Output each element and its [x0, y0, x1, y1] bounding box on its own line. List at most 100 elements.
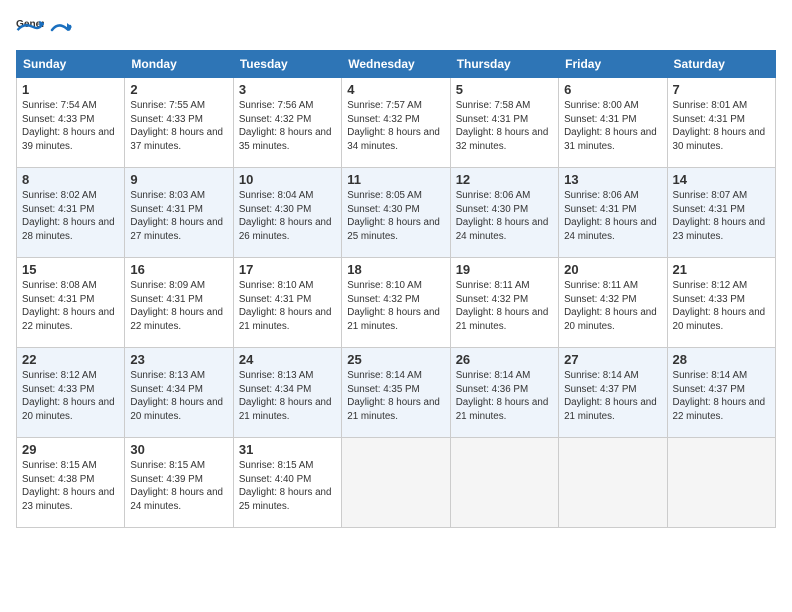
day-detail: Sunrise: 8:15 AMSunset: 4:40 PMDaylight:…: [239, 459, 336, 514]
day-detail: Sunrise: 8:12 AMSunset: 4:33 PMDaylight:…: [22, 369, 119, 424]
day-number: 3: [239, 82, 336, 97]
calendar-cell: 5 Sunrise: 7:58 AMSunset: 4:31 PMDaylight…: [450, 78, 558, 168]
day-detail: Sunrise: 8:08 AMSunset: 4:31 PMDaylight:…: [22, 279, 119, 334]
day-detail: Sunrise: 8:12 AMSunset: 4:33 PMDaylight:…: [673, 279, 770, 334]
day-number: 18: [347, 262, 444, 277]
calendar: SundayMondayTuesdayWednesdayThursdayFrid…: [16, 50, 776, 528]
day-detail: Sunrise: 8:10 AMSunset: 4:32 PMDaylight:…: [347, 279, 444, 334]
day-detail: Sunrise: 7:58 AMSunset: 4:31 PMDaylight:…: [456, 99, 553, 154]
calendar-cell: 3 Sunrise: 7:56 AMSunset: 4:32 PMDaylight…: [233, 78, 341, 168]
calendar-cell: 12 Sunrise: 8:06 AMSunset: 4:30 PMDayligh…: [450, 168, 558, 258]
calendar-week-row: 1Sunrise: 7:54 AMSunset: 4:33 PMDaylight…: [17, 78, 776, 168]
calendar-cell: 17 Sunrise: 8:10 AMSunset: 4:31 PMDayligh…: [233, 258, 341, 348]
day-detail: Sunrise: 8:13 AMSunset: 4:34 PMDaylight:…: [130, 369, 227, 424]
day-detail: Sunrise: 8:10 AMSunset: 4:31 PMDaylight:…: [239, 279, 336, 334]
day-number: 14: [673, 172, 770, 187]
day-detail: Sunrise: 8:02 AMSunset: 4:31 PMDaylight:…: [22, 189, 119, 244]
day-detail: Sunrise: 8:06 AMSunset: 4:30 PMDaylight:…: [456, 189, 553, 244]
day-detail: Sunrise: 8:01 AMSunset: 4:31 PMDaylight:…: [673, 99, 770, 154]
column-header-thursday: Thursday: [450, 51, 558, 78]
day-number: 29: [22, 442, 119, 457]
calendar-cell: 9 Sunrise: 8:03 AMSunset: 4:31 PMDaylight…: [125, 168, 233, 258]
day-number: 25: [347, 352, 444, 367]
day-detail: Sunrise: 7:57 AMSunset: 4:32 PMDaylight:…: [347, 99, 444, 154]
day-number: 9: [130, 172, 227, 187]
calendar-cell: 16 Sunrise: 8:09 AMSunset: 4:31 PMDayligh…: [125, 258, 233, 348]
calendar-header-row: SundayMondayTuesdayWednesdayThursdayFrid…: [17, 51, 776, 78]
day-number: 4: [347, 82, 444, 97]
calendar-cell: 25Sunrise: 8:14 AMSunset: 4:35 PMDayligh…: [342, 348, 450, 438]
day-number: 31: [239, 442, 336, 457]
calendar-cell: 1Sunrise: 7:54 AMSunset: 4:33 PMDaylight…: [17, 78, 125, 168]
calendar-cell: 19 Sunrise: 8:11 AMSunset: 4:32 PMDayligh…: [450, 258, 558, 348]
day-detail: Sunrise: 7:56 AMSunset: 4:32 PMDaylight:…: [239, 99, 336, 154]
calendar-cell: 27 Sunrise: 8:14 AMSunset: 4:37 PMDayligh…: [559, 348, 667, 438]
column-header-sunday: Sunday: [17, 51, 125, 78]
day-detail: Sunrise: 8:14 AMSunset: 4:36 PMDaylight:…: [456, 369, 553, 424]
calendar-cell: 30 Sunrise: 8:15 AMSunset: 4:39 PMDayligh…: [125, 438, 233, 528]
day-number: 21: [673, 262, 770, 277]
day-number: 8: [22, 172, 119, 187]
calendar-cell: 24Sunrise: 8:13 AMSunset: 4:34 PMDayligh…: [233, 348, 341, 438]
day-number: 23: [130, 352, 227, 367]
column-header-tuesday: Tuesday: [233, 51, 341, 78]
day-number: 13: [564, 172, 661, 187]
calendar-cell: 21 Sunrise: 8:12 AMSunset: 4:33 PMDayligh…: [667, 258, 775, 348]
calendar-cell: 28Sunrise: 8:14 AMSunset: 4:37 PMDayligh…: [667, 348, 775, 438]
day-detail: Sunrise: 8:13 AMSunset: 4:34 PMDaylight:…: [239, 369, 336, 424]
day-number: 15: [22, 262, 119, 277]
calendar-week-row: 15 Sunrise: 8:08 AMSunset: 4:31 PMDayligh…: [17, 258, 776, 348]
day-number: 11: [347, 172, 444, 187]
calendar-cell: 20 Sunrise: 8:11 AMSunset: 4:32 PMDayligh…: [559, 258, 667, 348]
day-number: 19: [456, 262, 553, 277]
calendar-cell: 22 Sunrise: 8:12 AMSunset: 4:33 PMDayligh…: [17, 348, 125, 438]
calendar-cell: 23 Sunrise: 8:13 AMSunset: 4:34 PMDayligh…: [125, 348, 233, 438]
logo-icon: General: [16, 16, 44, 38]
day-number: 2: [130, 82, 227, 97]
calendar-cell: [342, 438, 450, 528]
calendar-cell: 31 Sunrise: 8:15 AMSunset: 4:40 PMDayligh…: [233, 438, 341, 528]
calendar-cell: [559, 438, 667, 528]
day-detail: Sunrise: 8:03 AMSunset: 4:31 PMDaylight:…: [130, 189, 227, 244]
calendar-cell: 11Sunrise: 8:05 AMSunset: 4:30 PMDayligh…: [342, 168, 450, 258]
column-header-friday: Friday: [559, 51, 667, 78]
day-detail: Sunrise: 8:14 AMSunset: 4:37 PMDaylight:…: [564, 369, 661, 424]
day-number: 28: [673, 352, 770, 367]
day-number: 22: [22, 352, 119, 367]
day-detail: Sunrise: 8:09 AMSunset: 4:31 PMDaylight:…: [130, 279, 227, 334]
day-detail: Sunrise: 8:11 AMSunset: 4:32 PMDaylight:…: [456, 279, 553, 334]
day-detail: Sunrise: 8:04 AMSunset: 4:30 PMDaylight:…: [239, 189, 336, 244]
day-number: 7: [673, 82, 770, 97]
day-number: 16: [130, 262, 227, 277]
calendar-cell: 8 Sunrise: 8:02 AMSunset: 4:31 PMDaylight…: [17, 168, 125, 258]
calendar-week-row: 22 Sunrise: 8:12 AMSunset: 4:33 PMDayligh…: [17, 348, 776, 438]
day-number: 17: [239, 262, 336, 277]
day-number: 20: [564, 262, 661, 277]
logo: General: [16, 16, 72, 38]
day-number: 30: [130, 442, 227, 457]
calendar-cell: [450, 438, 558, 528]
header: General: [16, 16, 776, 38]
day-detail: Sunrise: 7:55 AMSunset: 4:33 PMDaylight:…: [130, 99, 227, 154]
day-detail: Sunrise: 8:15 AMSunset: 4:39 PMDaylight:…: [130, 459, 227, 514]
column-header-monday: Monday: [125, 51, 233, 78]
day-number: 10: [239, 172, 336, 187]
day-detail: Sunrise: 8:00 AMSunset: 4:31 PMDaylight:…: [564, 99, 661, 154]
column-header-wednesday: Wednesday: [342, 51, 450, 78]
day-number: 5: [456, 82, 553, 97]
day-number: 12: [456, 172, 553, 187]
calendar-cell: 14 Sunrise: 8:07 AMSunset: 4:31 PMDayligh…: [667, 168, 775, 258]
calendar-cell: 18 Sunrise: 8:10 AMSunset: 4:32 PMDayligh…: [342, 258, 450, 348]
calendar-week-row: 29 Sunrise: 8:15 AMSunset: 4:38 PMDayligh…: [17, 438, 776, 528]
calendar-cell: 10 Sunrise: 8:04 AMSunset: 4:30 PMDayligh…: [233, 168, 341, 258]
calendar-cell: 7 Sunrise: 8:01 AMSunset: 4:31 PMDaylight…: [667, 78, 775, 168]
day-number: 1: [22, 82, 119, 97]
day-number: 26: [456, 352, 553, 367]
day-detail: Sunrise: 8:07 AMSunset: 4:31 PMDaylight:…: [673, 189, 770, 244]
day-number: 6: [564, 82, 661, 97]
day-detail: Sunrise: 8:11 AMSunset: 4:32 PMDaylight:…: [564, 279, 661, 334]
day-number: 27: [564, 352, 661, 367]
calendar-cell: 29 Sunrise: 8:15 AMSunset: 4:38 PMDayligh…: [17, 438, 125, 528]
day-detail: Sunrise: 8:15 AMSunset: 4:38 PMDaylight:…: [22, 459, 119, 514]
calendar-cell: 6 Sunrise: 8:00 AMSunset: 4:31 PMDaylight…: [559, 78, 667, 168]
